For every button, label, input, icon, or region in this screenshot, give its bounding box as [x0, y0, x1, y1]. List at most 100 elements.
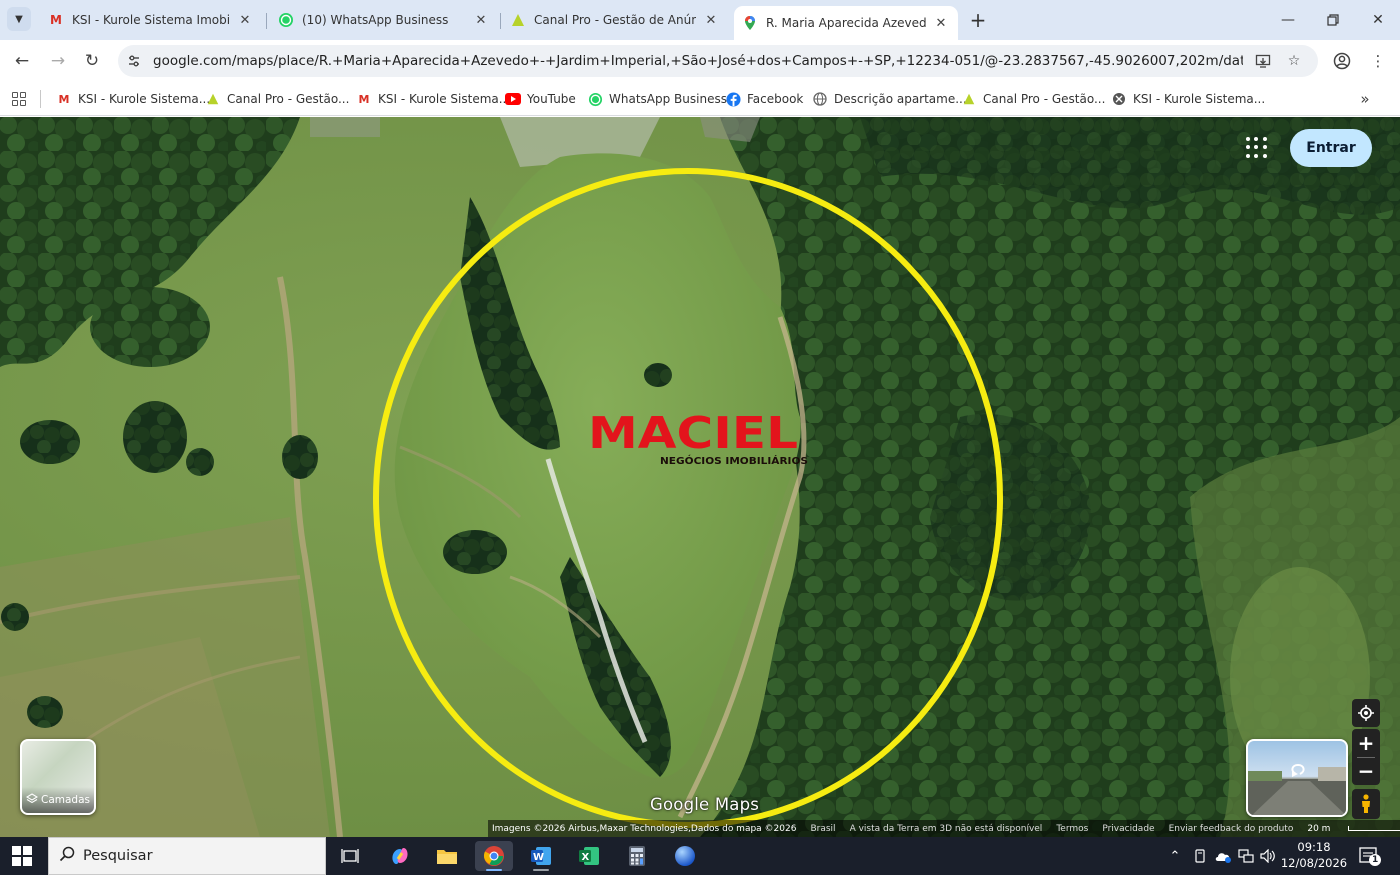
ksi-m-icon: M — [58, 92, 70, 106]
pegman-icon[interactable] — [1352, 789, 1380, 819]
search-placeholder: Pesquisar — [83, 848, 153, 864]
bookmark-label: KSI - Kurole Sistema... — [1133, 92, 1266, 106]
blue-sphere-app-icon[interactable] — [666, 841, 704, 871]
address-bar[interactable]: google.com/maps/place/R.+Maria+Aparecida… — [118, 45, 1318, 77]
scale-indicator[interactable]: 20 m — [1307, 824, 1400, 834]
restore-icon[interactable] — [1310, 0, 1356, 40]
svg-text:W: W — [533, 852, 544, 863]
tab-google-maps[interactable]: R. Maria Aparecida Azevedo - J ✕ — [734, 6, 958, 40]
close-icon[interactable]: ✕ — [472, 11, 490, 29]
forward-arrow-icon[interactable]: → — [44, 47, 72, 75]
taskbar-search-box[interactable]: Pesquisar — [48, 837, 326, 875]
minimize-icon[interactable]: — — [1265, 0, 1311, 40]
word-icon[interactable]: W — [522, 841, 560, 871]
tab-title: R. Maria Aparecida Azevedo - J — [766, 16, 926, 30]
close-icon[interactable]: ✕ — [702, 11, 720, 29]
bookmark-item[interactable]: Canal Pro - Gestão... — [961, 89, 1105, 109]
bookmark-item[interactable]: KSI - Kurole Sistema... — [1111, 89, 1265, 109]
signin-button[interactable]: Entrar — [1290, 129, 1372, 167]
bookmark-item[interactable]: Descrição apartame... — [812, 89, 967, 109]
site-settings-icon[interactable] — [126, 53, 142, 69]
clock-time: 09:18 — [1297, 840, 1331, 854]
bookmark-item[interactable]: M KSI - Kurole Sistema... — [356, 89, 511, 109]
chevron-double-right-icon[interactable]: » — [1355, 89, 1375, 109]
system-clock[interactable]: 09:18 12/08/2026 — [1280, 839, 1348, 873]
tab-title: Canal Pro - Gestão de Anúncios — [534, 13, 696, 27]
scale-label: 20 m — [1307, 823, 1331, 834]
feedback-link[interactable]: Enviar feedback do produto — [1169, 824, 1294, 834]
layers-label-bar: Camadas — [22, 787, 94, 813]
street-view-thumbnail[interactable] — [1246, 739, 1348, 817]
chevron-up-icon[interactable]: ⌃ — [1166, 845, 1184, 867]
close-icon[interactable]: ✕ — [236, 11, 254, 29]
bookmark-label: Canal Pro - Gestão... — [227, 92, 350, 106]
menu-kebab-icon[interactable]: ⋮ — [1364, 47, 1392, 75]
tab-search-dropdown-icon[interactable]: ▼ — [7, 7, 31, 31]
tab-ksi[interactable]: M KSI - Kurole Sistema Imobiliario ✕ — [40, 6, 262, 34]
reload-icon[interactable]: ↻ — [78, 47, 106, 75]
new-tab-plus-icon[interactable]: + — [966, 8, 990, 32]
youtube-icon — [505, 91, 521, 107]
file-explorer-icon[interactable] — [428, 841, 466, 871]
zoom-out-icon[interactable]: − — [1352, 757, 1380, 785]
my-location-icon[interactable] — [1352, 699, 1380, 727]
close-icon[interactable]: ✕ — [932, 14, 950, 32]
task-view-icon[interactable] — [331, 841, 369, 871]
country-link[interactable]: Brasil — [810, 824, 835, 834]
ksi-m-icon: M — [358, 92, 370, 106]
tab-strip: ▼ M KSI - Kurole Sistema Imobiliario ✕ (… — [0, 0, 1400, 40]
calculator-icon[interactable] — [618, 841, 656, 871]
windows-start-icon[interactable] — [12, 846, 32, 866]
satellite-map[interactable]: MACIEL NEGÓCIOS IMOBILIÁRIOS Entrar Cama… — [0, 117, 1400, 837]
usb-device-icon[interactable] — [1190, 845, 1210, 867]
imagery-credit: Imagens ©2026 Airbus,Maxar Technologies,… — [492, 823, 797, 834]
layers-button[interactable]: Camadas — [20, 739, 96, 815]
maciel-logo: MACIEL NEGÓCIOS IMOBILIÁRIOS — [588, 408, 808, 467]
google-apps-grid-icon[interactable] — [1246, 137, 1268, 159]
url-text[interactable]: google.com/maps/place/R.+Maria+Aparecida… — [153, 53, 1243, 69]
zoom-in-icon[interactable]: + — [1352, 729, 1380, 757]
back-arrow-icon[interactable]: ← — [8, 47, 36, 75]
open-app-indicator — [533, 869, 549, 871]
bookmark-item[interactable]: Facebook — [725, 89, 803, 109]
tab-canal-pro[interactable]: Canal Pro - Gestão de Anúncios ✕ — [502, 6, 728, 34]
chrome-icon[interactable] — [475, 841, 513, 871]
street-view-preview — [1248, 763, 1346, 815]
active-app-indicator — [486, 869, 502, 871]
logo-wordmark: MACIEL — [588, 408, 798, 459]
google-maps-watermark: Google Maps — [650, 795, 760, 814]
excel-icon[interactable]: X — [570, 841, 608, 871]
privacy-link[interactable]: Privacidade — [1102, 824, 1154, 834]
canal-pro-icon — [961, 91, 977, 107]
bookmark-label: YouTube — [527, 92, 576, 106]
bookmark-label: Facebook — [747, 92, 804, 106]
svg-text:X: X — [582, 852, 590, 863]
apps-grid-icon[interactable] — [10, 90, 28, 108]
bookmarks-bar: M KSI - Kurole Sistema... Canal Pro - Ge… — [0, 82, 1400, 116]
bookmark-divider — [40, 90, 41, 108]
bookmark-item[interactable]: WhatsApp Business — [587, 89, 727, 109]
terms-link[interactable]: Termos — [1056, 824, 1088, 834]
onedrive-cloud-icon[interactable] — [1212, 845, 1234, 867]
bookmark-item[interactable]: Canal Pro - Gestão... — [205, 89, 349, 109]
satellite-imagery[interactable] — [0, 117, 1400, 837]
tab-whatsapp[interactable]: (10) WhatsApp Business ✕ — [270, 6, 498, 34]
logo-tagline: NEGÓCIOS IMOBILIÁRIOS — [660, 454, 808, 467]
tab-separator — [266, 13, 267, 29]
bookmark-item[interactable]: M KSI - Kurole Sistema... — [56, 89, 211, 109]
bookmark-star-icon[interactable]: ☆ — [1284, 51, 1304, 71]
scale-bar — [1348, 826, 1400, 831]
tab-separator — [500, 13, 501, 29]
profile-icon[interactable] — [1328, 47, 1356, 75]
bookmark-item[interactable]: YouTube — [505, 89, 576, 109]
whatsapp-icon — [278, 12, 294, 28]
close-window-icon[interactable]: ✕ — [1355, 0, 1400, 40]
3d-notice: A vista da Terra em 3D não está disponív… — [849, 823, 1043, 834]
whatsapp-icon — [587, 91, 603, 107]
volume-icon[interactable] — [1258, 845, 1278, 867]
copilot-icon[interactable] — [381, 841, 419, 871]
bookmark-label: WhatsApp Business — [609, 92, 727, 106]
network-icon[interactable] — [1236, 845, 1256, 867]
notification-center-icon[interactable]: 1 — [1358, 845, 1382, 867]
install-app-icon[interactable] — [1253, 51, 1273, 71]
